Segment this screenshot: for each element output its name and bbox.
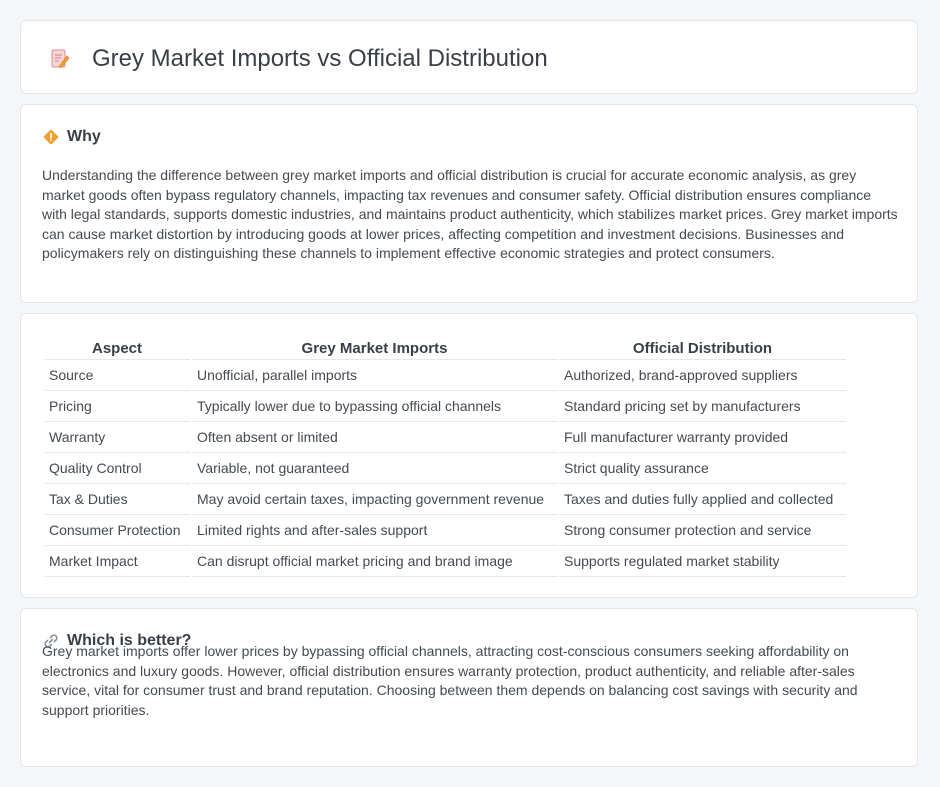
table-cell: May avoid certain taxes, impacting gover…: [192, 484, 557, 515]
table-row: Consumer Protection Limited rights and a…: [44, 515, 846, 546]
table-row: Warranty Often absent or limited Full ma…: [44, 422, 846, 453]
table-cell: Market Impact: [44, 546, 190, 577]
table-cell: Can disrupt official market pricing and …: [192, 546, 557, 577]
table-cell: Supports regulated market stability: [559, 546, 846, 577]
why-heading-row: Why: [42, 127, 101, 147]
table-cell: Source: [44, 360, 190, 391]
comparison-section: Aspect Grey Market Imports Official Dist…: [20, 313, 918, 598]
table-cell: Full manufacturer warranty provided: [559, 422, 846, 453]
comparison-table: Aspect Grey Market Imports Official Dist…: [42, 337, 848, 577]
table-row: Source Unofficial, parallel imports Auth…: [44, 360, 846, 391]
why-text: Understanding the difference between gre…: [42, 167, 898, 261]
table-cell: Typically lower due to bypassing officia…: [192, 391, 557, 422]
table-cell: Consumer Protection: [44, 515, 190, 546]
header-card: Grey Market Imports vs Official Distribu…: [20, 20, 918, 94]
table-cell: Taxes and duties fully applied and colle…: [559, 484, 846, 515]
table-row: Tax & Duties May avoid certain taxes, im…: [44, 484, 846, 515]
table-cell: Strict quality assurance: [559, 453, 846, 484]
why-section: Why Understanding the difference between…: [20, 104, 918, 303]
table-cell: Unofficial, parallel imports: [192, 360, 557, 391]
table-cell: Variable, not guaranteed: [192, 453, 557, 484]
table-row: Quality Control Variable, not guaranteed…: [44, 453, 846, 484]
which-is-better-section: Which is better? Grey market imports off…: [20, 608, 918, 767]
page-title: Grey Market Imports vs Official Distribu…: [92, 45, 548, 72]
table-row: Pricing Typically lower due to bypassing…: [44, 391, 846, 422]
table-cell: Warranty: [44, 422, 190, 453]
table-cell: Limited rights and after-sales support: [192, 515, 557, 546]
table-header-row: Aspect Grey Market Imports Official Dist…: [44, 337, 846, 360]
table-cell: Tax & Duties: [44, 484, 190, 515]
table-row: Market Impact Can disrupt official marke…: [44, 546, 846, 577]
table-cell: Often absent or limited: [192, 422, 557, 453]
better-text: Grey market imports offer lower prices b…: [42, 643, 858, 718]
table-cell: Pricing: [44, 391, 190, 422]
document-pencil-icon: [51, 49, 70, 68]
table-cell: Standard pricing set by manufacturers: [559, 391, 846, 422]
column-header-aspect: Aspect: [44, 337, 190, 360]
table-cell: Authorized, brand-approved suppliers: [559, 360, 846, 391]
table-cell: Strong consumer protection and service: [559, 515, 846, 546]
column-header-official: Official Distribution: [559, 337, 846, 360]
why-heading: Why: [67, 128, 101, 145]
table-cell: Quality Control: [44, 453, 190, 484]
diamond-warning-icon: [43, 129, 59, 145]
column-header-grey-market: Grey Market Imports: [192, 337, 557, 360]
